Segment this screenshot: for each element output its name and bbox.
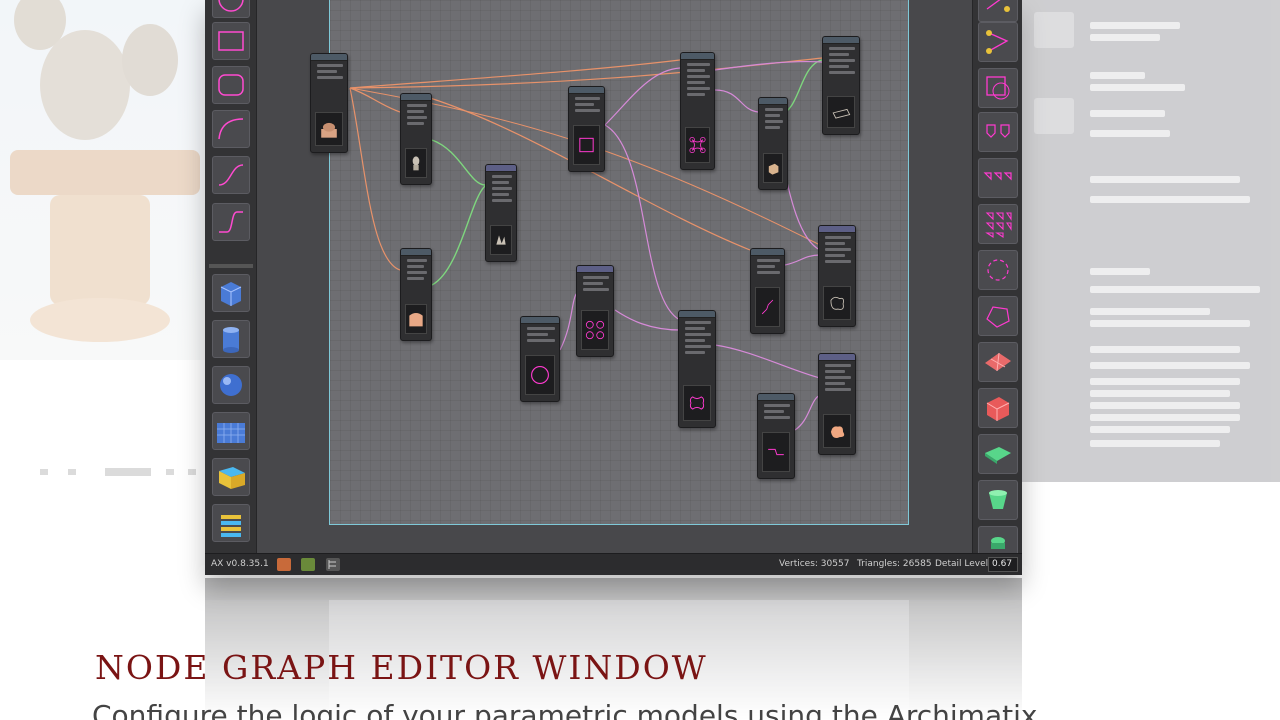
graph-node[interactable] bbox=[680, 52, 715, 170]
corner-shape-icon[interactable] bbox=[978, 68, 1018, 108]
left-shape-toolbar bbox=[205, 0, 257, 553]
cylinder-icon[interactable] bbox=[212, 320, 250, 358]
circle-shape-icon[interactable] bbox=[212, 0, 250, 18]
slide-subtitle: Configure the logic of your parametric m… bbox=[92, 699, 1038, 720]
material-preview-icon bbox=[1034, 12, 1074, 48]
repeat-icon[interactable] bbox=[978, 158, 1018, 198]
hierarchy-icon[interactable] bbox=[326, 558, 340, 571]
detail-level-input[interactable]: 0.67 bbox=[988, 557, 1018, 572]
graph-node[interactable] bbox=[818, 353, 856, 455]
rounded-rectangle-icon[interactable] bbox=[212, 66, 250, 104]
graph-node[interactable] bbox=[758, 97, 788, 190]
lighting-preview-icon bbox=[1034, 98, 1074, 134]
status-bar: AX v0.8.35.1 Vertices: 30557 Triangles: … bbox=[205, 553, 1022, 575]
properties-panel-backdrop bbox=[1022, 0, 1280, 482]
graph-canvas-area bbox=[257, 0, 972, 553]
right-generator-toolbar bbox=[972, 0, 1022, 566]
column-icon[interactable] bbox=[978, 480, 1018, 520]
node-graph-canvas[interactable] bbox=[310, 0, 909, 525]
slide-title: Node Graph Editor Window bbox=[95, 648, 708, 687]
box-icon[interactable] bbox=[978, 388, 1018, 428]
triangles-count: Triangles: 26585 bbox=[857, 559, 932, 569]
graph-node[interactable] bbox=[818, 225, 856, 327]
grid-plane-icon[interactable] bbox=[212, 412, 250, 450]
merge-icon[interactable] bbox=[978, 0, 1018, 22]
brick-icon[interactable] bbox=[277, 558, 291, 571]
graph-node[interactable] bbox=[750, 248, 785, 334]
plane-icon[interactable] bbox=[978, 342, 1018, 382]
rectangle-shape-icon[interactable] bbox=[212, 22, 250, 60]
graph-node[interactable] bbox=[520, 316, 560, 402]
slide-stage: AX v0.8.35.1 Vertices: 30557 Triangles: … bbox=[0, 0, 1280, 720]
graph-node[interactable] bbox=[400, 93, 432, 185]
graph-node[interactable] bbox=[485, 164, 517, 262]
cube-icon[interactable] bbox=[212, 274, 250, 312]
mirror-icon[interactable] bbox=[978, 112, 1018, 152]
graph-node[interactable] bbox=[310, 53, 348, 153]
polygon-icon[interactable] bbox=[978, 296, 1018, 336]
graph-node[interactable] bbox=[822, 36, 860, 135]
s-curve-icon[interactable] bbox=[212, 156, 250, 194]
detail-level-label: Detail Level bbox=[935, 559, 989, 569]
version-label: AX v0.8.35.1 bbox=[211, 559, 269, 569]
graph-node[interactable] bbox=[400, 248, 432, 341]
stack-icon[interactable] bbox=[212, 504, 250, 542]
slab-icon[interactable] bbox=[978, 434, 1018, 474]
curve-icon[interactable] bbox=[212, 110, 250, 148]
sphere-icon[interactable] bbox=[212, 366, 250, 404]
graph-node[interactable] bbox=[678, 310, 716, 428]
radial-repeat-icon[interactable] bbox=[978, 250, 1018, 290]
material-icon[interactable] bbox=[301, 558, 315, 571]
graph-node[interactable] bbox=[757, 393, 795, 479]
graph-node[interactable] bbox=[576, 265, 614, 357]
grid-repeat-icon[interactable] bbox=[978, 204, 1018, 244]
watermark-strip bbox=[40, 468, 196, 476]
extrude-icon[interactable] bbox=[212, 458, 250, 496]
vertices-count: Vertices: 30557 bbox=[779, 559, 850, 569]
toolbar-divider bbox=[209, 264, 253, 268]
node-graph-editor-window: AX v0.8.35.1 Vertices: 30557 Triangles: … bbox=[205, 0, 1022, 575]
combine-icon[interactable] bbox=[978, 22, 1018, 62]
step-curve-icon[interactable] bbox=[212, 203, 250, 241]
scene-backdrop bbox=[0, 0, 210, 360]
palace-illustration-icon bbox=[10, 0, 200, 342]
graph-node[interactable] bbox=[568, 86, 605, 172]
